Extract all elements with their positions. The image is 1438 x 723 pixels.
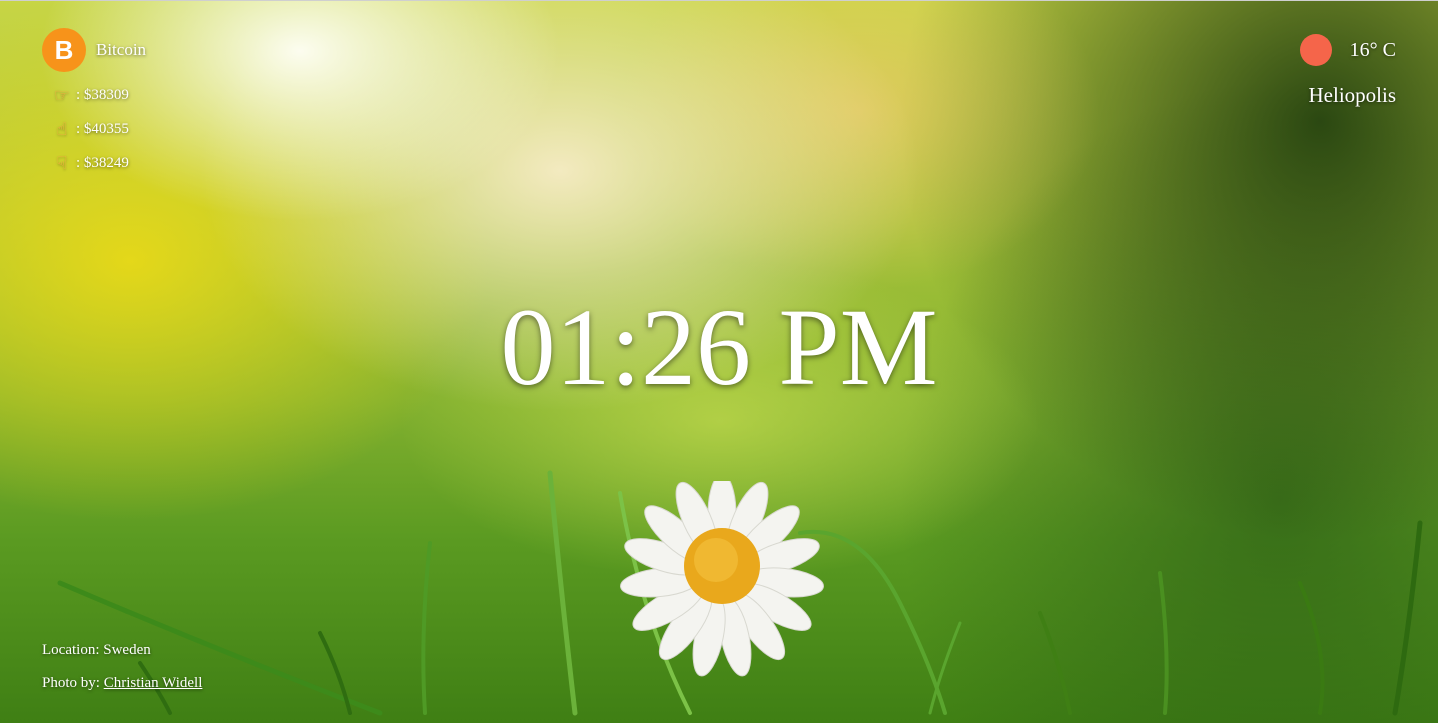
hand-pointing-right-icon: ☞ <box>53 85 71 106</box>
crypto-high-price: ☝ : $40355 <box>48 119 146 140</box>
high-price-value: : $40355 <box>76 121 129 137</box>
hand-pointing-down-icon: ☟ <box>56 153 68 174</box>
crypto-current-price: ☞ : $38309 <box>48 85 146 106</box>
hand-pointing-up-icon: ☝ <box>56 119 68 140</box>
daisy-flower <box>620 481 824 677</box>
weather-summary: 16° C <box>1299 34 1396 66</box>
crypto-name: Bitcoin <box>96 40 147 59</box>
low-price-value: : $38249 <box>76 155 129 171</box>
photographer-link[interactable]: Christian Widell <box>104 675 203 691</box>
clock-time: 01:26 PM <box>500 286 938 408</box>
crypto-low-price: ☟ : $38249 <box>48 153 146 174</box>
new-tab-dashboard: B Bitcoin ☞ : $38309 ☝ : $40355 ☟ : $382… <box>0 0 1438 723</box>
location-label: Location: Sweden <box>42 642 151 658</box>
weather-sun-icon <box>1299 34 1332 66</box>
photo-credits: Location: Sweden Photo by: Christian Wid… <box>42 626 202 692</box>
weather-city: Heliopolis <box>1308 83 1397 107</box>
photo-credit-prefix: Photo by: <box>42 675 104 691</box>
weather-widget: 16° C Heliopolis <box>1299 34 1397 108</box>
crypto-header: B Bitcoin <box>42 28 146 72</box>
current-price-value: : $38309 <box>76 87 129 103</box>
temperature: 16° C <box>1349 38 1396 61</box>
photo-credit-line: Photo by: Christian Widell <box>42 675 202 692</box>
crypto-widget: B Bitcoin ☞ : $38309 ☝ : $40355 ☟ : $382… <box>42 28 146 174</box>
bitcoin-icon: B <box>42 28 86 72</box>
